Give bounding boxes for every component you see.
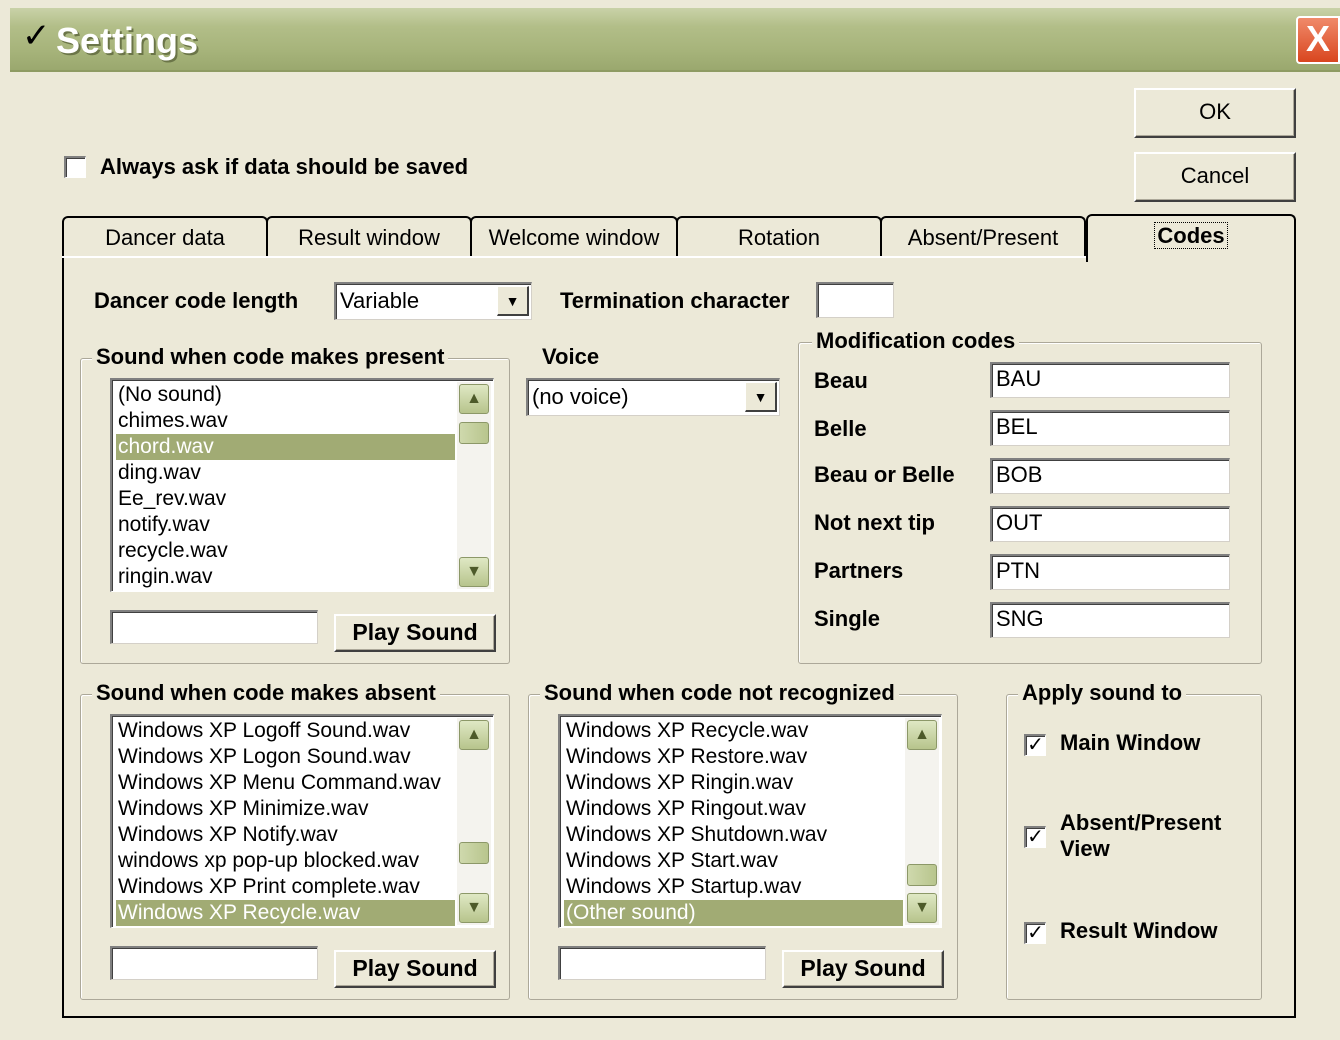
list-item[interactable]: ding.wav	[116, 460, 455, 486]
close-button[interactable]: X	[1296, 16, 1340, 64]
always-ask-label: Always ask if data should be saved	[100, 154, 469, 179]
list-item[interactable]: recycle.wav	[116, 538, 455, 564]
absent-play-sound-button[interactable]: Play Sound	[334, 950, 496, 988]
dancer-code-length-label: Dancer code length	[94, 288, 299, 313]
termination-character-input[interactable]	[816, 282, 894, 318]
title-check-icon: ✓	[22, 17, 51, 55]
mod-belle-label: Belle	[814, 416, 867, 441]
absent-sound-input[interactable]	[110, 946, 318, 980]
tab-absent-present[interactable]: Absent/Present	[880, 216, 1086, 258]
dancer-code-length-value: Variable	[340, 288, 420, 313]
cancel-button[interactable]: Cancel	[1134, 152, 1296, 202]
mod-beau-or-belle-label: Beau or Belle	[814, 462, 955, 487]
mod-beau-label: Beau	[814, 368, 868, 393]
termination-character-label: Termination character	[560, 288, 790, 313]
main-window-checkbox[interactable]: ✓	[1024, 734, 1046, 756]
list-item-selected[interactable]: (Other sound)	[564, 900, 903, 926]
list-item[interactable]: Windows XP Logon Sound.wav	[116, 744, 455, 770]
not-recognized-sound-list[interactable]: Windows XP Recycle.wav Windows XP Restor…	[558, 714, 942, 928]
absent-sound-list[interactable]: Windows XP Logoff Sound.wav Windows XP L…	[110, 714, 494, 928]
list-item[interactable]: Windows XP Shutdown.wav	[564, 822, 903, 848]
tab-codes[interactable]: Codes	[1086, 214, 1296, 262]
tab-rotation[interactable]: Rotation	[676, 216, 882, 258]
present-sound-list[interactable]: (No sound) chimes.wav chord.wav ding.wav…	[110, 378, 494, 592]
list-item[interactable]: Windows XP Restore.wav	[564, 744, 903, 770]
mod-single-label: Single	[814, 606, 881, 631]
mod-not-next-tip-input[interactable]: OUT	[990, 506, 1230, 542]
list-item[interactable]: windows xp pop-up blocked.wav	[116, 848, 455, 874]
not-recognized-list-scrollbar[interactable]: ▲ ▼	[905, 718, 939, 925]
mod-belle-input[interactable]: BEL	[990, 410, 1230, 446]
scroll-down-icon[interactable]: ▼	[459, 557, 489, 587]
present-sound-group-label: Sound when code makes present	[92, 344, 449, 370]
mod-beau-or-belle-input[interactable]: BOB	[990, 458, 1230, 494]
list-item[interactable]: notify.wav	[116, 512, 455, 538]
list-item[interactable]: ringin.wav	[116, 564, 455, 590]
window-frame	[0, 0, 10, 1040]
chevron-down-icon[interactable]: ▼	[497, 286, 529, 316]
scroll-thumb[interactable]	[907, 864, 937, 886]
mod-not-next-tip-label: Not next tip	[814, 510, 935, 535]
scroll-down-icon[interactable]: ▼	[907, 893, 937, 923]
scroll-down-icon[interactable]: ▼	[459, 893, 489, 923]
tab-divider	[62, 256, 1086, 258]
list-item[interactable]: (No sound)	[116, 382, 455, 408]
modification-codes-label: Modification codes	[812, 328, 1020, 354]
list-item[interactable]: Windows XP Print complete.wav	[116, 874, 455, 900]
present-list-scrollbar[interactable]: ▲ ▼	[457, 382, 491, 589]
voice-label: Voice	[542, 344, 600, 369]
list-item[interactable]: Windows XP Ringin.wav	[564, 770, 903, 796]
list-item[interactable]: Windows XP Menu Command.wav	[116, 770, 455, 796]
window-title: Settings	[56, 20, 199, 61]
list-item-selected[interactable]: Windows XP Recycle.wav	[116, 900, 455, 926]
list-item-selected[interactable]: chord.wav	[116, 434, 455, 460]
absent-list-scrollbar[interactable]: ▲ ▼	[457, 718, 491, 925]
apply-sound-group-label: Apply sound to	[1018, 680, 1187, 706]
scroll-thumb[interactable]	[459, 422, 489, 444]
present-play-sound-button[interactable]: Play Sound	[334, 614, 496, 652]
main-window-label: Main Window	[1060, 730, 1201, 755]
list-item[interactable]: Windows XP Startup.wav	[564, 874, 903, 900]
list-item[interactable]: Windows XP Notify.wav	[116, 822, 455, 848]
scroll-up-icon[interactable]: ▲	[459, 384, 489, 414]
mod-beau-input[interactable]: BAU	[990, 362, 1230, 398]
list-item[interactable]: Ee_rev.wav	[116, 486, 455, 512]
mod-single-input[interactable]: SNG	[990, 602, 1230, 638]
list-item[interactable]: Windows XP Recycle.wav	[564, 718, 903, 744]
mod-partners-input[interactable]: PTN	[990, 554, 1230, 590]
list-item[interactable]: chimes.wav	[116, 408, 455, 434]
scroll-up-icon[interactable]: ▲	[907, 720, 937, 750]
chevron-down-icon[interactable]: ▼	[745, 382, 777, 412]
absent-present-view-label: Absent/Present View	[1060, 810, 1222, 861]
voice-value: (no voice)	[532, 384, 629, 409]
scroll-up-icon[interactable]: ▲	[459, 720, 489, 750]
always-ask-checkbox[interactable]	[64, 156, 86, 178]
scroll-thumb[interactable]	[459, 842, 489, 864]
tab-dancer-data[interactable]: Dancer data	[62, 216, 268, 258]
list-item[interactable]: Windows XP Minimize.wav	[116, 796, 455, 822]
list-item[interactable]: Windows XP Start.wav	[564, 848, 903, 874]
not-recognized-sound-input[interactable]	[558, 946, 766, 980]
ok-button[interactable]: OK	[1134, 88, 1296, 138]
list-item[interactable]: Windows XP Ringout.wav	[564, 796, 903, 822]
absent-present-view-checkbox[interactable]: ✓	[1024, 826, 1046, 848]
title-bar[interactable]	[10, 8, 1340, 72]
mod-partners-label: Partners	[814, 558, 904, 583]
not-recognized-sound-group-label: Sound when code not recognized	[540, 680, 899, 706]
absent-sound-group-label: Sound when code makes absent	[92, 680, 440, 706]
result-window-checkbox[interactable]: ✓	[1024, 922, 1046, 944]
tab-result-window[interactable]: Result window	[266, 216, 472, 258]
list-item[interactable]: Windows XP Logoff Sound.wav	[116, 718, 455, 744]
not-recognized-play-sound-button[interactable]: Play Sound	[782, 950, 944, 988]
present-sound-input[interactable]	[110, 610, 318, 644]
voice-select[interactable]: (no voice) ▼	[526, 378, 780, 416]
dancer-code-length-select[interactable]: Variable ▼	[334, 282, 532, 320]
tab-welcome-window[interactable]: Welcome window	[470, 216, 678, 258]
result-window-label: Result Window	[1060, 918, 1218, 943]
tab-codes-label: Codes	[1154, 222, 1228, 249]
